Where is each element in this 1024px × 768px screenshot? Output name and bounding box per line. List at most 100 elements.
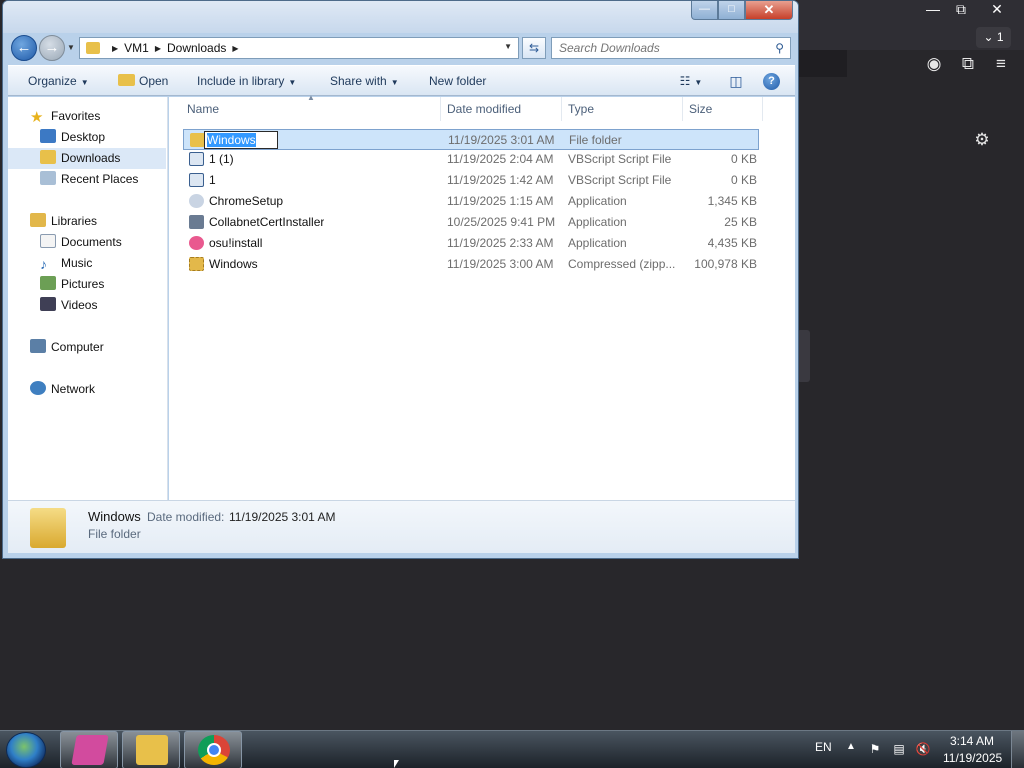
start-button[interactable] — [6, 732, 46, 768]
file-date: 11/19/2025 2:33 AM — [447, 236, 554, 250]
file-date: 11/19/2025 3:00 AM — [447, 257, 554, 271]
folder-icon — [30, 508, 66, 548]
minimize-button[interactable]: — — [691, 1, 718, 20]
help-button[interactable]: ? — [763, 73, 780, 90]
action-center-flag-icon[interactable]: ⚑ — [867, 742, 883, 756]
pictures-icon — [40, 276, 56, 290]
file-name: 1 (1) — [209, 152, 234, 166]
file-name: CollabnetCertInstaller — [209, 215, 325, 229]
search-box[interactable]: ⚲ — [551, 37, 791, 59]
clock-time[interactable]: 3:14 AM — [946, 734, 998, 748]
background-minimize-button[interactable]: — — [918, 0, 948, 18]
nav-libraries[interactable]: Libraries — [30, 211, 97, 232]
star-icon: ★ — [30, 109, 44, 126]
file-size: 100,978 KB — [694, 257, 757, 271]
command-bar: Organize ▼ Open Include in library ▼ Share… — [8, 65, 795, 96]
arrow-left-icon: ← — [16, 39, 32, 56]
file-type: Compressed (zipp... — [568, 257, 676, 271]
new-folder-button[interactable]: New folder — [429, 66, 486, 97]
title-bar[interactable]: — □ ✕ — [3, 1, 798, 33]
language-indicator[interactable]: EN — [815, 740, 832, 754]
column-header-size[interactable]: Size — [683, 97, 763, 121]
preview-pane-icon: ◫ — [729, 73, 743, 89]
nav-network[interactable]: Network — [30, 379, 95, 400]
back-button[interactable]: ← — [11, 35, 37, 61]
rename-input[interactable]: Windows — [204, 131, 278, 149]
column-header-date-modified[interactable]: Date modified — [441, 97, 562, 121]
file-row[interactable]: osu!install 11/19/2025 2:33 AM Applicati… — [183, 233, 759, 254]
computer-icon — [30, 339, 46, 353]
mouse-cursor-icon — [394, 760, 399, 768]
chrome-center-icon — [207, 743, 221, 757]
address-bar[interactable]: ▶ VM1 ▶ Downloads ▶ ▼ — [79, 37, 519, 59]
background-close-button[interactable]: ✕ — [982, 0, 1012, 18]
breadcrumb-vm1[interactable]: VM1 — [124, 41, 149, 55]
nav-computer[interactable]: Computer — [30, 337, 104, 358]
taskbar: EN ▲ ⚑ ▤ 🔇 3:14 AM 11/19/2025 — [0, 730, 1024, 768]
clock-date[interactable]: 11/19/2025 — [943, 751, 1002, 765]
nav-favorites[interactable]: ★ Favorites — [30, 106, 100, 127]
nav-videos[interactable]: Videos — [40, 295, 97, 316]
column-header-name[interactable]: Name — [181, 97, 441, 121]
gear-icon[interactable]: ⚙ — [971, 129, 993, 151]
file-row[interactable]: Windows 11/19/2025 3:00 AM Compressed (z… — [183, 254, 759, 275]
nav-documents-label: Documents — [61, 235, 122, 249]
network-status-icon[interactable]: ▤ — [891, 742, 907, 756]
arrow-right-icon: → — [44, 39, 60, 56]
show-desktop-button[interactable] — [1011, 731, 1024, 768]
network-icon — [30, 381, 46, 395]
nav-music[interactable]: ♪ Music — [40, 253, 92, 274]
change-view-button[interactable]: ☷ ▼ — [671, 66, 711, 97]
music-note-icon: ♪ — [40, 256, 47, 272]
organize-button[interactable]: Organize ▼ — [28, 66, 89, 97]
recent-pages-dropdown[interactable]: ▼ — [67, 43, 77, 53]
open-button[interactable]: Open — [118, 66, 168, 97]
menu-icon[interactable]: ≡ — [990, 53, 1012, 75]
maximize-button[interactable]: □ — [718, 1, 745, 20]
taskbar-explorer-button[interactable] — [122, 731, 180, 768]
search-input[interactable] — [552, 38, 766, 58]
search-icon[interactable]: ⚲ — [775, 41, 784, 55]
nav-downloads[interactable]: Downloads — [8, 148, 166, 169]
close-button[interactable]: ✕ — [745, 1, 793, 20]
file-row[interactable]: CollabnetCertInstaller 10/25/2025 9:41 P… — [183, 212, 759, 233]
file-row[interactable]: 1 (1) 11/19/2025 2:04 AM VBScript Script… — [183, 149, 759, 170]
include-in-library-button[interactable]: Include in library ▼ — [197, 66, 296, 97]
file-size: 4,435 KB — [707, 236, 757, 250]
taskbar-chrome-button[interactable] — [184, 731, 242, 768]
chevron-down-icon: ▼ — [694, 78, 703, 87]
file-size: 1,345 KB — [707, 194, 757, 208]
extensions-icon[interactable]: ⧉ — [957, 53, 979, 75]
refresh-button[interactable]: ⇆ — [522, 37, 546, 59]
chrome-setup-icon — [189, 194, 204, 208]
forward-button[interactable]: → — [39, 35, 65, 61]
preview-pane-button[interactable]: ◫ — [726, 66, 746, 97]
nav-desktop[interactable]: Desktop — [40, 127, 105, 148]
vbscript-file-icon — [189, 173, 204, 187]
breadcrumb-arrow-icon[interactable]: ▶ — [155, 44, 161, 53]
account-icon[interactable]: ◉ — [923, 53, 945, 75]
breadcrumb-downloads[interactable]: Downloads — [167, 41, 226, 55]
file-row-windows-folder[interactable]: Windows 11/19/2025 3:01 AM File folder — [183, 129, 759, 150]
nav-recent-places[interactable]: Recent Places — [40, 169, 138, 190]
nav-documents[interactable]: Documents — [40, 232, 122, 253]
profiles-dropdown-button[interactable]: ⌄ 1 — [976, 27, 1011, 48]
show-hidden-icons-icon[interactable]: ▲ — [846, 741, 856, 752]
file-row[interactable]: 1 11/19/2025 1:42 AM VBScript Script Fil… — [183, 170, 759, 191]
breadcrumb-arrow-icon[interactable]: ▶ — [232, 44, 238, 53]
volume-muted-icon[interactable]: 🔇 — [915, 742, 931, 756]
file-row[interactable]: ChromeSetup 11/19/2025 1:15 AM Applicati… — [183, 191, 759, 212]
breadcrumb-arrow-icon[interactable]: ▶ — [112, 44, 118, 53]
app-icon — [71, 735, 109, 765]
nav-pictures[interactable]: Pictures — [40, 274, 104, 295]
details-pane: Windows Date modified: 11/19/2025 3:01 A… — [8, 500, 795, 553]
file-name: osu!install — [209, 236, 263, 250]
share-with-button[interactable]: Share with ▼ — [330, 66, 399, 97]
libraries-icon — [30, 213, 46, 227]
taskbar-app-button[interactable] — [60, 731, 118, 768]
file-date: 11/19/2025 2:04 AM — [447, 152, 554, 166]
nav-pictures-label: Pictures — [61, 277, 105, 291]
address-dropdown-icon[interactable]: ▼ — [504, 42, 512, 51]
background-restore-button[interactable]: ⧉ — [946, 0, 976, 18]
column-header-type[interactable]: Type — [562, 97, 683, 121]
